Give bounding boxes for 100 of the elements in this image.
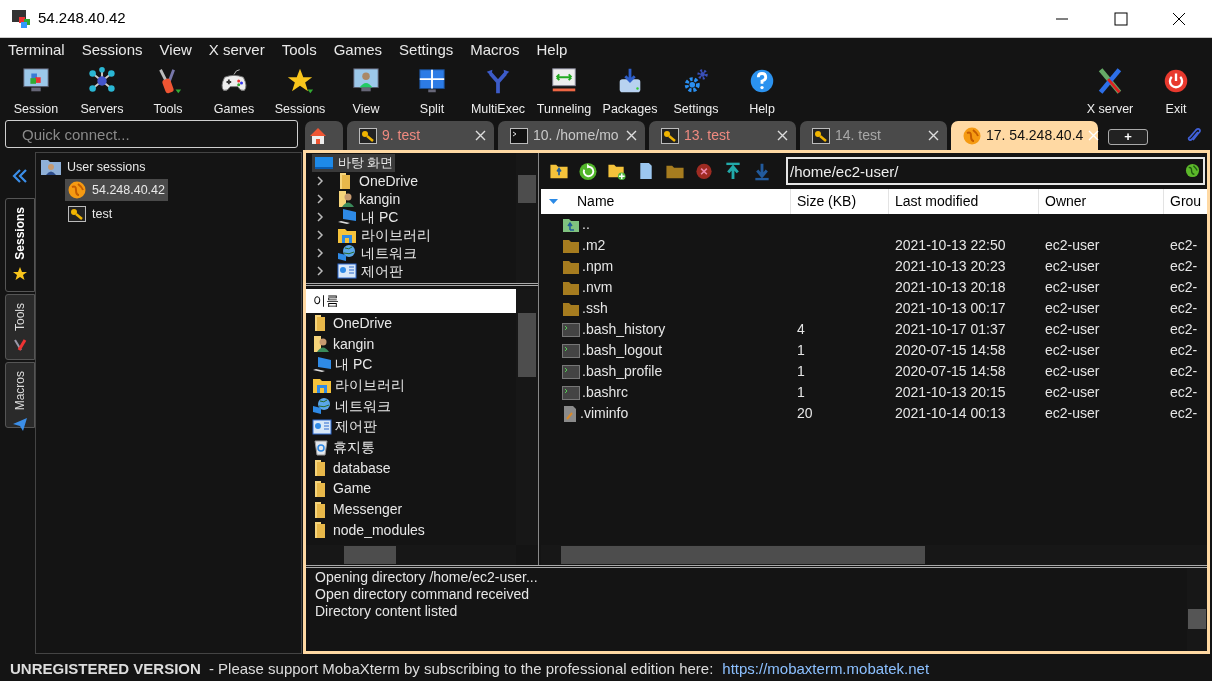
side-tab[interactable]: Macros [5,362,35,428]
column-header[interactable]: Grou [1164,189,1207,214]
maximize-icon[interactable] [1114,11,1128,26]
tab[interactable]: 17. 54.248.40.4 [951,121,1098,150]
delete-icon[interactable] [694,161,714,181]
table-cell-text: ec2-user [1045,404,1100,423]
file-entry[interactable]: .viminfo [562,403,629,424]
side-tab[interactable]: Sessions [5,198,35,292]
file-entry[interactable]: .. [562,214,590,235]
toolbar-button[interactable]: Tunneling [531,62,597,118]
toolbar-button[interactable]: Servers [69,62,135,118]
path-field[interactable]: /home/ec2-user/ [786,157,1205,185]
tree-item[interactable]: User sessions [40,157,301,177]
terminal-icon [510,127,528,144]
table-cell-text: ec2- [1170,299,1198,318]
column-header[interactable]: Owner [1039,189,1164,214]
tab[interactable]: 9. test [347,121,494,150]
menu-item[interactable]: Help [536,38,568,62]
table-cell-text: ec2- [1170,320,1198,339]
toolbar-button[interactable]: MultiExec [465,62,531,118]
table-cell-text: ec2- [1170,404,1198,423]
list-item[interactable]: 라이브러리 [312,375,516,396]
file-entry[interactable]: .npm [562,256,614,277]
control-panel-icon [312,418,332,435]
table-cell-text: 2021-10-17 01:37 [895,320,1006,339]
toolbar-button[interactable]: Help [729,62,795,118]
table-cell-text: ec2-user [1045,362,1100,381]
list-item[interactable]: Game [312,478,516,500]
folder-icon [562,279,580,296]
menu-item[interactable]: Settings [399,38,454,62]
file-entry[interactable]: .bash_logout [562,340,663,361]
paper-plane-icon [12,416,28,433]
list-item[interactable]: 제어판 [312,416,516,438]
column-header[interactable]: Size (KB) [791,189,889,214]
toolbar-button[interactable]: Session [3,62,69,118]
computer-icon [312,355,332,374]
list-item[interactable]: node_modules [312,519,516,541]
list-item[interactable]: 휴지통 [312,437,516,458]
file-entry[interactable]: .bashrc [562,382,628,403]
file-entry[interactable]: .nvm [562,277,613,298]
toolbar-button[interactable]: Exit [1143,62,1209,118]
tab[interactable]: 10. /home/mo [498,121,645,150]
collapse-icon[interactable] [12,169,28,183]
menu-item[interactable]: View [159,38,192,62]
tab[interactable]: 14. test [800,121,947,150]
website-link[interactable]: https://mobaxterm.mobatek.net [722,658,930,681]
toolbar-button[interactable]: Sessions [267,62,333,118]
list-item[interactable]: OneDrive [312,313,516,334]
file-entry[interactable]: .ssh [562,298,608,319]
sort-arrow-icon [549,198,558,205]
menu-item[interactable]: Sessions [81,38,143,62]
recycle-bin-icon [312,438,330,457]
tree-item[interactable]: 54.248.40.42 [65,179,168,201]
upload-icon[interactable] [723,161,743,181]
column-header[interactable]: Last modified [889,189,1039,214]
side-tab[interactable]: Tools [5,294,35,360]
toolbar-button[interactable]: Tools [135,62,201,118]
toolbar-button[interactable]: X server [1077,62,1143,118]
table-cell-text: ec2- [1170,278,1198,297]
list-item[interactable]: database [312,457,516,479]
file-entry[interactable]: .bash_profile [562,361,663,382]
tab[interactable]: 13. test [649,121,796,150]
list-item[interactable]: 네트워크 [312,395,516,417]
toolbar-button[interactable]: Settings [663,62,729,118]
list-item[interactable]: 내 PC [312,354,516,376]
tree-item[interactable]: 바탕 화면 [312,154,396,172]
menu-item[interactable]: Games [333,38,383,62]
toolbar-button[interactable]: Split [399,62,465,118]
table-cell-text: ec2-user [1045,257,1100,276]
toolbar-button[interactable]: Packages [597,62,663,118]
table-cell-text: ec2- [1170,236,1198,255]
menu-item[interactable]: Terminal [8,38,65,62]
pocketknife-icon [12,337,28,353]
file-entry[interactable]: .bash_history [562,319,666,340]
paperclip-icon[interactable] [1186,126,1202,144]
download-icon[interactable] [752,161,772,181]
table-cell-text: ec2- [1170,362,1198,381]
tab[interactable] [305,121,343,150]
close-icon[interactable] [1172,11,1186,26]
tree-item[interactable]: test [65,203,116,225]
file-entry[interactable]: .m2 [562,235,606,256]
toolbar-button[interactable]: Games [201,62,267,118]
list-item[interactable]: kangin [312,333,516,355]
toolbar-button[interactable]: View [333,62,399,118]
refresh-icon[interactable] [578,161,598,181]
table-cell-text: 1 [797,362,805,381]
list-item[interactable]: Messenger [312,499,516,520]
menu-item[interactable]: Macros [470,38,520,62]
column-header[interactable]: Name [541,189,791,214]
new-tab-button[interactable]: + [1108,129,1148,145]
menu-item[interactable]: Tools [281,38,317,62]
table-cell-text: 2020-07-15 14:58 [895,362,1006,381]
app-icon [12,9,32,28]
menu-item[interactable]: X server [208,38,265,62]
terminal-file-icon [562,364,580,379]
quick-connect-field[interactable]: Quick connect... [5,120,298,148]
column-header[interactable]: 이름 [306,289,516,313]
user-folder-icon [40,158,62,176]
star-icon [12,265,28,282]
status-notice: UNREGISTERED VERSION [10,659,201,680]
